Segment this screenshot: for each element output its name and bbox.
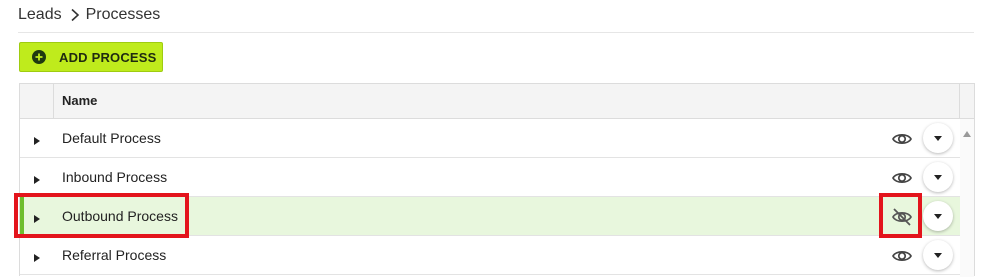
process-name: Outbound Process xyxy=(62,208,178,224)
breadcrumb-leads-link[interactable]: Leads xyxy=(18,6,62,24)
process-name: Inbound Process xyxy=(62,169,168,185)
selected-row-indicator xyxy=(20,197,24,236)
process-grid: Name Default Process Inbound Process Out… xyxy=(19,83,975,277)
expand-arrow-icon[interactable] xyxy=(33,133,41,145)
expand-arrow-icon[interactable] xyxy=(33,211,41,223)
caret-down-icon xyxy=(934,252,942,258)
row-menu-button[interactable] xyxy=(923,240,953,270)
eye-icon[interactable] xyxy=(891,167,913,189)
process-name: Referral Process xyxy=(62,247,167,263)
breadcrumb-current: Processes xyxy=(85,6,161,23)
breadcrumb: Leads Processes xyxy=(18,4,160,26)
add-process-label: ADD PROCESS xyxy=(59,49,157,65)
table-row[interactable]: Default Process xyxy=(20,119,960,158)
eye-icon[interactable] xyxy=(891,245,913,267)
process-name: Default Process xyxy=(62,130,161,146)
header-divider xyxy=(18,32,974,33)
table-row[interactable]: Inbound Process xyxy=(20,158,960,197)
grid-header: Name xyxy=(20,84,974,119)
plus-circle-icon xyxy=(32,50,46,64)
table-row[interactable]: Referral Process xyxy=(20,236,960,275)
scroll-column-header xyxy=(959,84,974,118)
expand-arrow-icon[interactable] xyxy=(33,172,41,184)
eye-off-icon[interactable] xyxy=(891,206,913,228)
row-menu-button[interactable] xyxy=(923,162,953,192)
row-menu-button[interactable] xyxy=(923,201,953,231)
eye-icon[interactable] xyxy=(891,128,913,150)
expand-column-header xyxy=(20,84,54,118)
chevron-right-icon xyxy=(68,8,82,22)
caret-down-icon xyxy=(934,213,942,219)
caret-down-icon xyxy=(934,135,942,141)
column-header-name[interactable]: Name xyxy=(62,93,97,108)
row-menu-button[interactable] xyxy=(923,123,953,153)
scroll-up-arrow-icon[interactable] xyxy=(963,124,971,137)
vertical-scrollbar[interactable] xyxy=(960,119,974,277)
table-row-selected[interactable]: Outbound Process xyxy=(20,197,960,236)
add-process-button[interactable]: ADD PROCESS xyxy=(19,42,163,72)
expand-arrow-icon[interactable] xyxy=(33,250,41,262)
caret-down-icon xyxy=(934,174,942,180)
